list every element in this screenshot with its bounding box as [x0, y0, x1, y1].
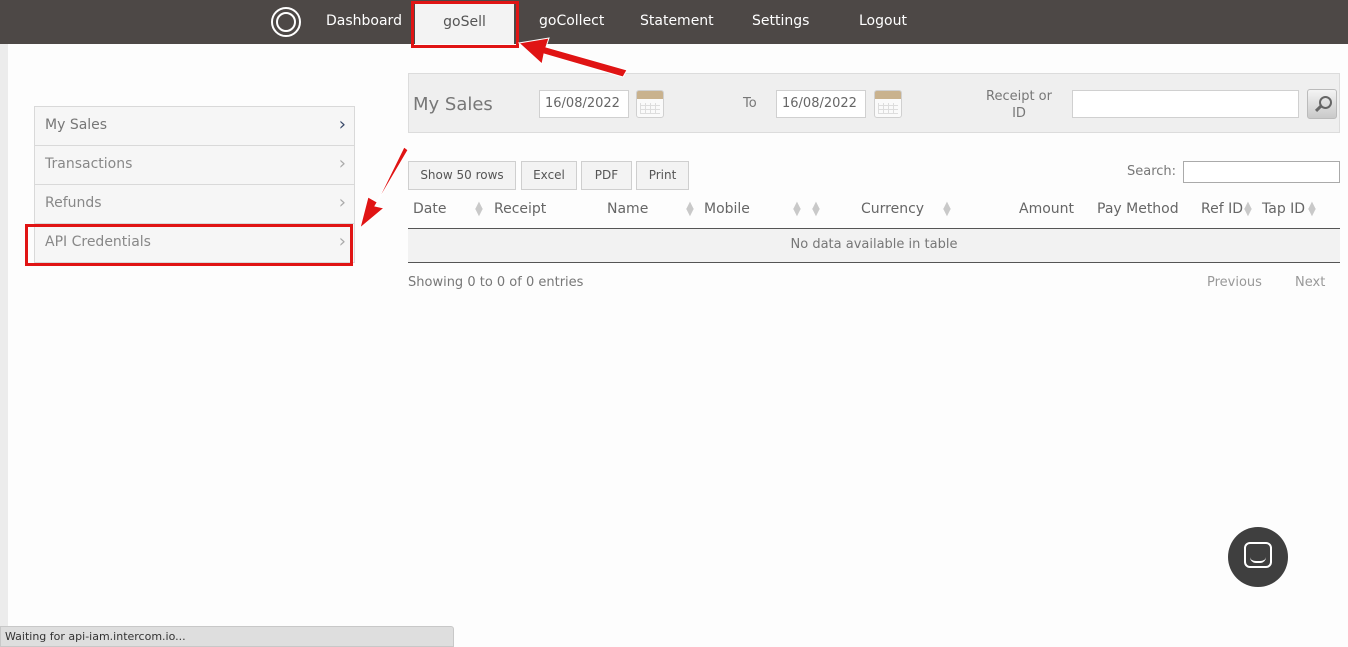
- chevron-right-icon: ›: [338, 192, 346, 213]
- nav-dashboard[interactable]: Dashboard: [326, 13, 402, 29]
- previous-page-button[interactable]: Previous: [1207, 275, 1262, 290]
- sidebar-item-refunds[interactable]: Refunds ›: [34, 185, 355, 224]
- chevron-right-icon: ›: [338, 231, 346, 252]
- chevron-right-icon: ›: [338, 114, 346, 135]
- sort-icon: ▲ ▼: [943, 200, 951, 218]
- sort-icon: ▲ ▼: [812, 200, 820, 218]
- next-page-button[interactable]: Next: [1295, 275, 1325, 290]
- nav-settings[interactable]: Settings: [752, 13, 809, 29]
- table-search-label: Search:: [1127, 164, 1177, 179]
- sidebar-item-label: API Credentials: [45, 234, 151, 250]
- calendar-icon[interactable]: [636, 90, 664, 118]
- table-empty-row: No data available in table: [408, 229, 1340, 263]
- logo-icon[interactable]: [271, 7, 301, 37]
- nav-gocollect[interactable]: goCollect: [539, 13, 604, 29]
- chevron-right-icon: ›: [338, 153, 346, 174]
- sidebar-menu: My Sales › Transactions › Refunds › API …: [34, 106, 355, 263]
- receipt-id-label: Receipt or ID: [986, 89, 1052, 121]
- chat-launcher-icon[interactable]: [1228, 527, 1288, 587]
- column-header-ref-id[interactable]: Ref ID: [1201, 201, 1243, 217]
- pdf-button[interactable]: PDF: [581, 161, 632, 190]
- sidebar-item-label: Transactions: [45, 156, 133, 172]
- sidebar-item-transactions[interactable]: Transactions ›: [34, 146, 355, 185]
- page-title: My Sales: [413, 94, 493, 115]
- from-date-input[interactable]: 16/08/2022: [539, 90, 629, 118]
- sidebar-item-api-credentials[interactable]: API Credentials ›: [34, 224, 355, 263]
- calendar-icon[interactable]: [874, 90, 902, 118]
- sidebar-item-label: Refunds: [45, 195, 102, 211]
- sort-icon: ▲ ▼: [793, 200, 801, 218]
- column-header-pay-method[interactable]: Pay Method: [1097, 201, 1179, 217]
- column-header-mobile[interactable]: Mobile: [704, 201, 750, 217]
- column-header-name[interactable]: Name: [607, 201, 648, 217]
- table-info: Showing 0 to 0 of 0 entries: [408, 275, 584, 290]
- to-label: To: [743, 96, 757, 111]
- column-header-receipt[interactable]: Receipt: [494, 201, 546, 217]
- filter-bar: My Sales 16/08/2022 To 16/08/2022 Receip…: [408, 73, 1340, 133]
- to-date-input[interactable]: 16/08/2022: [776, 90, 866, 118]
- show-rows-button[interactable]: Show 50 rows: [408, 161, 516, 190]
- sort-icon: ▲ ▼: [1244, 200, 1252, 218]
- top-navbar: Dashboard goSell goCollect Statement Set…: [0, 0, 1348, 44]
- sidebar-item-my-sales[interactable]: My Sales ›: [34, 106, 355, 146]
- sidebar-item-label: My Sales: [45, 117, 108, 133]
- column-header-tap-id[interactable]: Tap ID: [1262, 201, 1305, 217]
- sort-icon: ▲ ▼: [475, 200, 483, 218]
- column-header-currency[interactable]: Currency: [861, 201, 924, 217]
- nav-logout[interactable]: Logout: [859, 13, 907, 29]
- column-header-amount[interactable]: Amount: [1019, 201, 1074, 217]
- sort-icon: ▲ ▼: [686, 200, 694, 218]
- table-search-input[interactable]: [1183, 161, 1340, 183]
- receipt-id-input[interactable]: [1072, 90, 1299, 118]
- sort-icon: ▲ ▼: [1308, 200, 1316, 218]
- search-icon[interactable]: [1307, 89, 1337, 119]
- column-header-date[interactable]: Date: [413, 201, 446, 217]
- excel-button[interactable]: Excel: [521, 161, 577, 190]
- nav-statement[interactable]: Statement: [640, 13, 714, 29]
- browser-status-bar: Waiting for api-iam.intercom.io...: [0, 626, 454, 647]
- print-button[interactable]: Print: [636, 161, 689, 190]
- nav-gosell[interactable]: goSell: [415, 3, 514, 44]
